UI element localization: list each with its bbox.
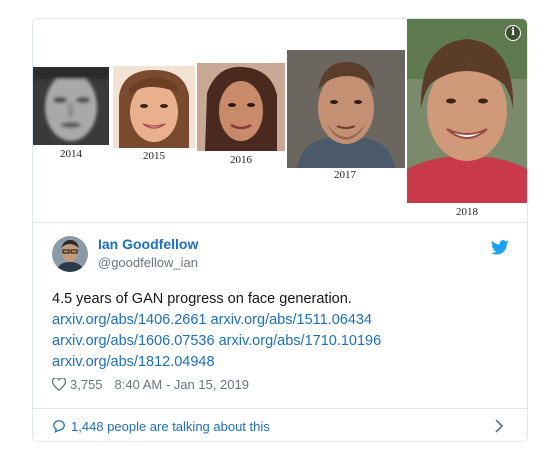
face-image-2016 [197,63,285,151]
tweet-timestamp[interactable]: 8:40 AM - Jan 15, 2019 [115,377,249,392]
talking-about-link[interactable]: 1,448 people are talking about this [71,419,270,434]
face-image-2015 [113,66,195,148]
tweet-meta: 3,755 8:40 AM - Jan 15, 2019 [52,377,249,392]
comment-bubble-icon [52,419,66,433]
chevron-right-icon[interactable] [494,419,503,433]
link-1606-07536[interactable]: arxiv.org/abs/1606.07536 [52,333,215,349]
face-image-2017 [287,50,405,168]
tweet-body: 4.5 years of GAN progress on face genera… [52,291,352,307]
tweet-text: 4.5 years of GAN progress on face genera… [52,289,512,373]
link-1710-10196[interactable]: arxiv.org/abs/1710.10196 [219,333,382,349]
tweet-links-row-1: arxiv.org/abs/1406.2661 arxiv.org/abs/15… [52,310,512,331]
face-image-2014 [33,67,109,145]
like-count[interactable]: 3,755 [70,377,103,392]
twitter-bird-icon[interactable] [490,240,509,260]
media-divider [33,222,527,223]
conversation-footer[interactable]: 1,448 people are talking about this [33,409,527,441]
heart-icon[interactable] [52,378,66,391]
year-label-2015: 2015 [143,150,165,162]
tweet-media[interactable]: 2014 2015 2016 2017 i 2018 [33,19,527,222]
year-label-2014: 2014 [60,148,82,160]
author-handle[interactable]: @goodfellow_ian [98,255,198,270]
link-1511-06434[interactable]: arxiv.org/abs/1511.06434 [211,312,373,328]
face-image-2018 [407,19,527,203]
tweet-card: 2014 2015 2016 2017 i 2018 Ian Goodfello… [32,18,528,442]
year-label-2018: 2018 [456,206,478,218]
year-label-2017: 2017 [334,169,356,181]
year-label-2016: 2016 [230,154,252,166]
link-1406-2661[interactable]: arxiv.org/abs/1406.2661 [52,312,207,328]
avatar-image [52,236,88,272]
tweet-links-row-3: arxiv.org/abs/1812.04948 [52,352,512,373]
info-icon[interactable]: i [505,25,521,41]
link-1812-04948[interactable]: arxiv.org/abs/1812.04948 [52,354,215,370]
tweet-links-row-2: arxiv.org/abs/1606.07536 arxiv.org/abs/1… [52,331,512,352]
avatar[interactable] [52,236,88,272]
author-name[interactable]: Ian Goodfellow [98,236,198,252]
